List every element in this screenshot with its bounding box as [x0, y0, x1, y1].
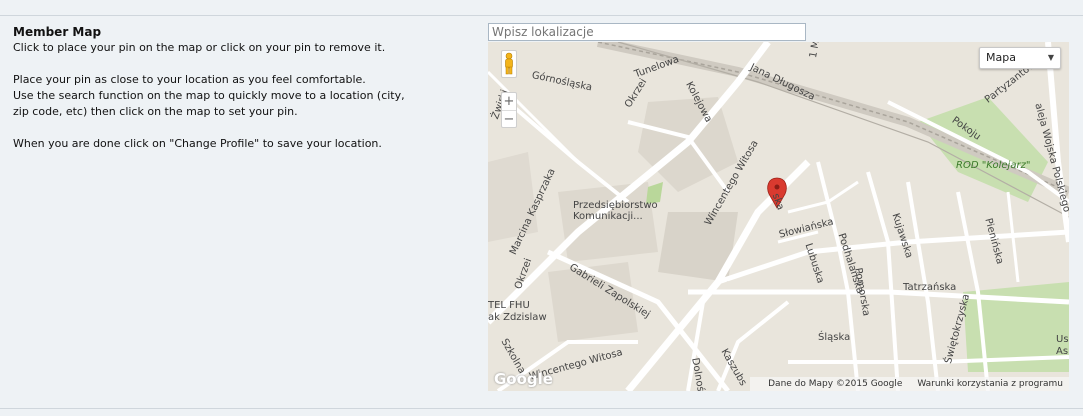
street-label: Śląska [818, 332, 851, 343]
street-label: Tatrzańska [903, 282, 957, 293]
park-label: ROD "Kolejarz" [956, 160, 1031, 171]
instruction-place: Place your pin as close to your location… [13, 73, 366, 86]
location-search-input[interactable] [488, 23, 806, 41]
map-data-credit: Dane do Mapy ©2015 Google [768, 379, 903, 389]
map-attribution: Dane do Mapy ©2015 Google Warunki korzys… [750, 377, 1069, 391]
terms-link[interactable]: Warunki korzystania z programu [917, 379, 1063, 389]
poi-label: Komunikacji... [573, 211, 643, 222]
poi-label: As [1056, 346, 1069, 357]
zoom-in-button[interactable]: + [502, 93, 516, 110]
member-map-info: Member Map Click to place your pin on th… [13, 24, 473, 152]
map-type-select[interactable]: Mapa ▼ [979, 47, 1061, 69]
instruction-search-1: Use the search function on the map to qu… [13, 89, 405, 102]
bottom-divider [0, 408, 1083, 409]
member-map[interactable]: Górnośląska Tunelowa Okrzei Kolejowa Jan… [488, 42, 1069, 391]
instruction-search-2: zip code, etc) then click on the map to … [13, 105, 298, 118]
poi-label: TEL FHU [488, 300, 530, 311]
poi-label: Us [1056, 334, 1069, 345]
map-type-label: Mapa [986, 51, 1016, 64]
instruction-done: When you are done click on "Change Profi… [13, 137, 382, 150]
poi-label: ak Zdzislaw [488, 312, 547, 323]
section-title: Member Map [13, 25, 102, 39]
poi-label: Przedsiębiorstwo [573, 200, 658, 211]
zoom-control: + − [501, 92, 517, 128]
zoom-out-button[interactable]: − [502, 111, 516, 128]
chevron-down-icon: ▼ [1047, 53, 1054, 62]
google-logo: Google [494, 370, 553, 388]
street-view-pegman-icon[interactable] [501, 50, 517, 78]
instruction-click: Click to place your pin on the map or cl… [13, 41, 386, 54]
top-divider [0, 15, 1083, 16]
